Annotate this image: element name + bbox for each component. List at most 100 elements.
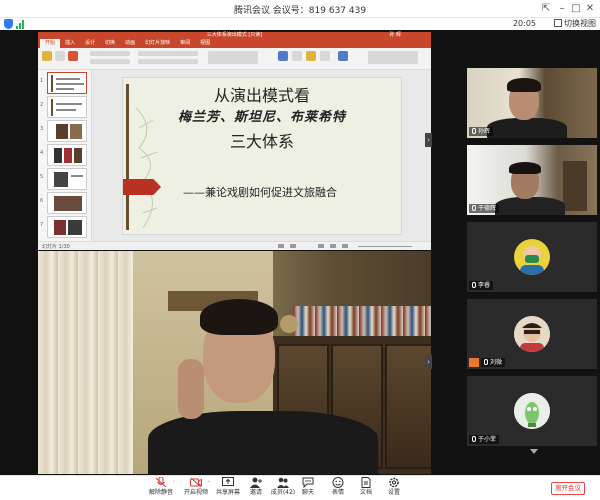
window-title-bar: 腾讯会议 会议号：819 637 439 ⇱ – □ ✕ <box>0 0 600 18</box>
slide-leaf-decor <box>135 108 159 228</box>
security-shield-icon[interactable] <box>4 19 13 29</box>
mic-icon <box>472 282 476 288</box>
font-format-row[interactable] <box>90 59 130 64</box>
gear-icon <box>388 477 400 488</box>
slide-title-line1: 从演出模式看 <box>213 86 310 105</box>
collapse-video-chevron-icon[interactable]: › <box>425 355 432 369</box>
slide-subtitle: ——兼论戏剧如何促进文旅融合 <box>183 186 337 199</box>
meeting-info-bar: 20:05 切换视图 <box>0 18 600 30</box>
meeting-toolbar: 解除静音 ˄ 开启视频 ˄ 共享屏幕 邀请 成员(42) 聊天 表情 文档 设置… <box>0 475 600 500</box>
ppt-tab[interactable]: 设计 <box>80 39 100 48</box>
search-box[interactable] <box>208 51 258 64</box>
normal-view-icon[interactable] <box>318 244 324 248</box>
ppt-status-text: 幻灯片 1/30 <box>42 244 70 250</box>
participant-name: 李睿 <box>478 282 491 289</box>
avatar <box>514 393 550 429</box>
slide-thumbnail[interactable] <box>47 144 87 166</box>
ppt-tab[interactable]: 插入 <box>60 39 80 48</box>
invite-icon <box>250 477 262 488</box>
cut-icon[interactable] <box>55 51 65 61</box>
ppt-ribbon-tabs: 开始 插入 设计 切换 动画 幻灯片放映 审阅 视图 <box>38 39 431 48</box>
quick-style-icon[interactable] <box>320 51 330 61</box>
unmute-label: 解除静音 <box>148 489 173 496</box>
ppt-ribbon <box>38 48 431 70</box>
participant-name-tag: 李睿 <box>469 281 494 290</box>
ppt-tab[interactable]: 审阅 <box>175 39 195 48</box>
participant-name: 孙辉 <box>478 128 491 135</box>
mic-icon <box>472 436 476 442</box>
slide-thumbnail[interactable] <box>47 72 87 94</box>
sorter-view-icon[interactable] <box>330 244 336 248</box>
slide-thumbnail[interactable] <box>47 168 87 190</box>
mic-options-caret-icon[interactable]: ˄ <box>173 481 176 487</box>
sidebar-scroll-down-icon[interactable] <box>530 449 538 454</box>
thumb-number: 3 <box>40 126 44 132</box>
switch-layout-button[interactable]: 切换视图 <box>554 18 596 29</box>
participant-name-tag: 于德辉 <box>469 204 500 213</box>
participant-name-tag: 孙辉 <box>469 127 494 136</box>
paragraph-row[interactable] <box>138 51 198 56</box>
ppt-user: 孙 辉 <box>389 32 401 38</box>
slide-thumbnail[interactable] <box>47 192 87 214</box>
speaker-person <box>148 291 378 474</box>
slide-thumbnail[interactable] <box>47 120 87 142</box>
speaker-video <box>38 251 431 474</box>
ppt-title-bar: 三大体系演出模式 [只读] 孙 辉 <box>38 32 431 39</box>
participant-sidebar: 孙辉 于德辉 李睿 刘微 于小菲 <box>464 30 600 475</box>
thumb-number: 5 <box>40 174 44 180</box>
thumb-number: 7 <box>40 222 44 228</box>
slideshow-icon[interactable] <box>342 244 348 248</box>
shared-screen-powerpoint: 三大体系演出模式 [只读] 孙 辉 开始 插入 设计 切换 动画 幻灯片放映 审… <box>38 32 431 250</box>
ppt-tab[interactable]: 开始 <box>40 39 61 48</box>
participant-name: 于小菲 <box>478 436 497 443</box>
ppt-tab[interactable]: 切换 <box>100 39 120 48</box>
main-stage: 三大体系演出模式 [只读] 孙 辉 开始 插入 设计 切换 动画 幻灯片放映 审… <box>0 30 464 475</box>
ppt-workspace: 1 2 3 4 5 6 7 从演出模式看 梅兰芳、斯坦尼、布莱希特 三大体系 —… <box>38 70 431 241</box>
notes-icon[interactable] <box>278 244 284 248</box>
textbox-icon[interactable] <box>338 51 348 61</box>
host-badge-icon <box>469 358 479 367</box>
shapes-icon[interactable] <box>292 51 302 61</box>
ppt-tab[interactable]: 视图 <box>195 39 215 48</box>
pin-icon[interactable]: ⇱ <box>538 1 554 17</box>
mic-icon <box>472 205 476 211</box>
avatar <box>514 316 550 352</box>
participant-name-tag: 刘微 <box>481 358 506 367</box>
ppt-tab[interactable]: 幻灯片放映 <box>140 39 175 48</box>
alignment-row[interactable] <box>138 59 198 64</box>
participant-tile[interactable]: 孙辉 <box>467 68 597 138</box>
meeting-clock: 20:05 <box>512 19 536 28</box>
leave-meeting-button[interactable]: 离开会议 <box>551 482 585 495</box>
unmute-button[interactable]: 解除静音 ˄ <box>141 476 181 497</box>
ppt-status-bar: 幻灯片 1/30 <box>38 241 431 250</box>
find-replace-group[interactable] <box>368 51 418 64</box>
new-slide-icon[interactable] <box>68 51 78 61</box>
slide-thumbnail[interactable] <box>47 216 87 238</box>
picture-icon[interactable] <box>278 51 288 61</box>
thumb-number: 2 <box>40 102 44 108</box>
slide-arrow-decor <box>123 179 161 195</box>
collapse-share-chevron-icon[interactable]: › <box>425 133 432 147</box>
comments-icon[interactable] <box>290 244 296 248</box>
zoom-slider[interactable] <box>358 246 412 247</box>
font-select[interactable] <box>90 51 130 56</box>
network-signal-icon[interactable] <box>16 20 26 29</box>
ppt-tab[interactable]: 动画 <box>120 39 140 48</box>
current-slide: 从演出模式看 梅兰芳、斯坦尼、布莱希特 三大体系 ——兼论戏剧如何促进文旅融合 <box>122 77 402 235</box>
participant-tile[interactable]: 刘微 <box>467 299 597 369</box>
grid-icon <box>554 19 562 27</box>
settings-button[interactable]: 设置 <box>374 477 414 497</box>
avatar <box>514 239 550 275</box>
participant-tile[interactable]: 李睿 <box>467 222 597 292</box>
slide-thumbnail[interactable] <box>47 96 87 118</box>
close-icon[interactable]: ✕ <box>582 1 598 17</box>
paste-icon[interactable] <box>42 51 52 61</box>
slide-thumbnail-pane: 1 2 3 4 5 6 7 <box>38 70 92 241</box>
window-curtain <box>38 251 133 474</box>
arrange-icon[interactable] <box>306 51 316 61</box>
slide-title-line2: 梅兰芳、斯坦尼、布莱希特 <box>177 110 346 125</box>
participant-tile[interactable]: 于德辉 <box>467 145 597 215</box>
switch-layout-label: 切换视图 <box>564 19 596 28</box>
settings-label: 设置 <box>387 489 400 496</box>
participant-tile[interactable]: 于小菲 <box>467 376 597 446</box>
